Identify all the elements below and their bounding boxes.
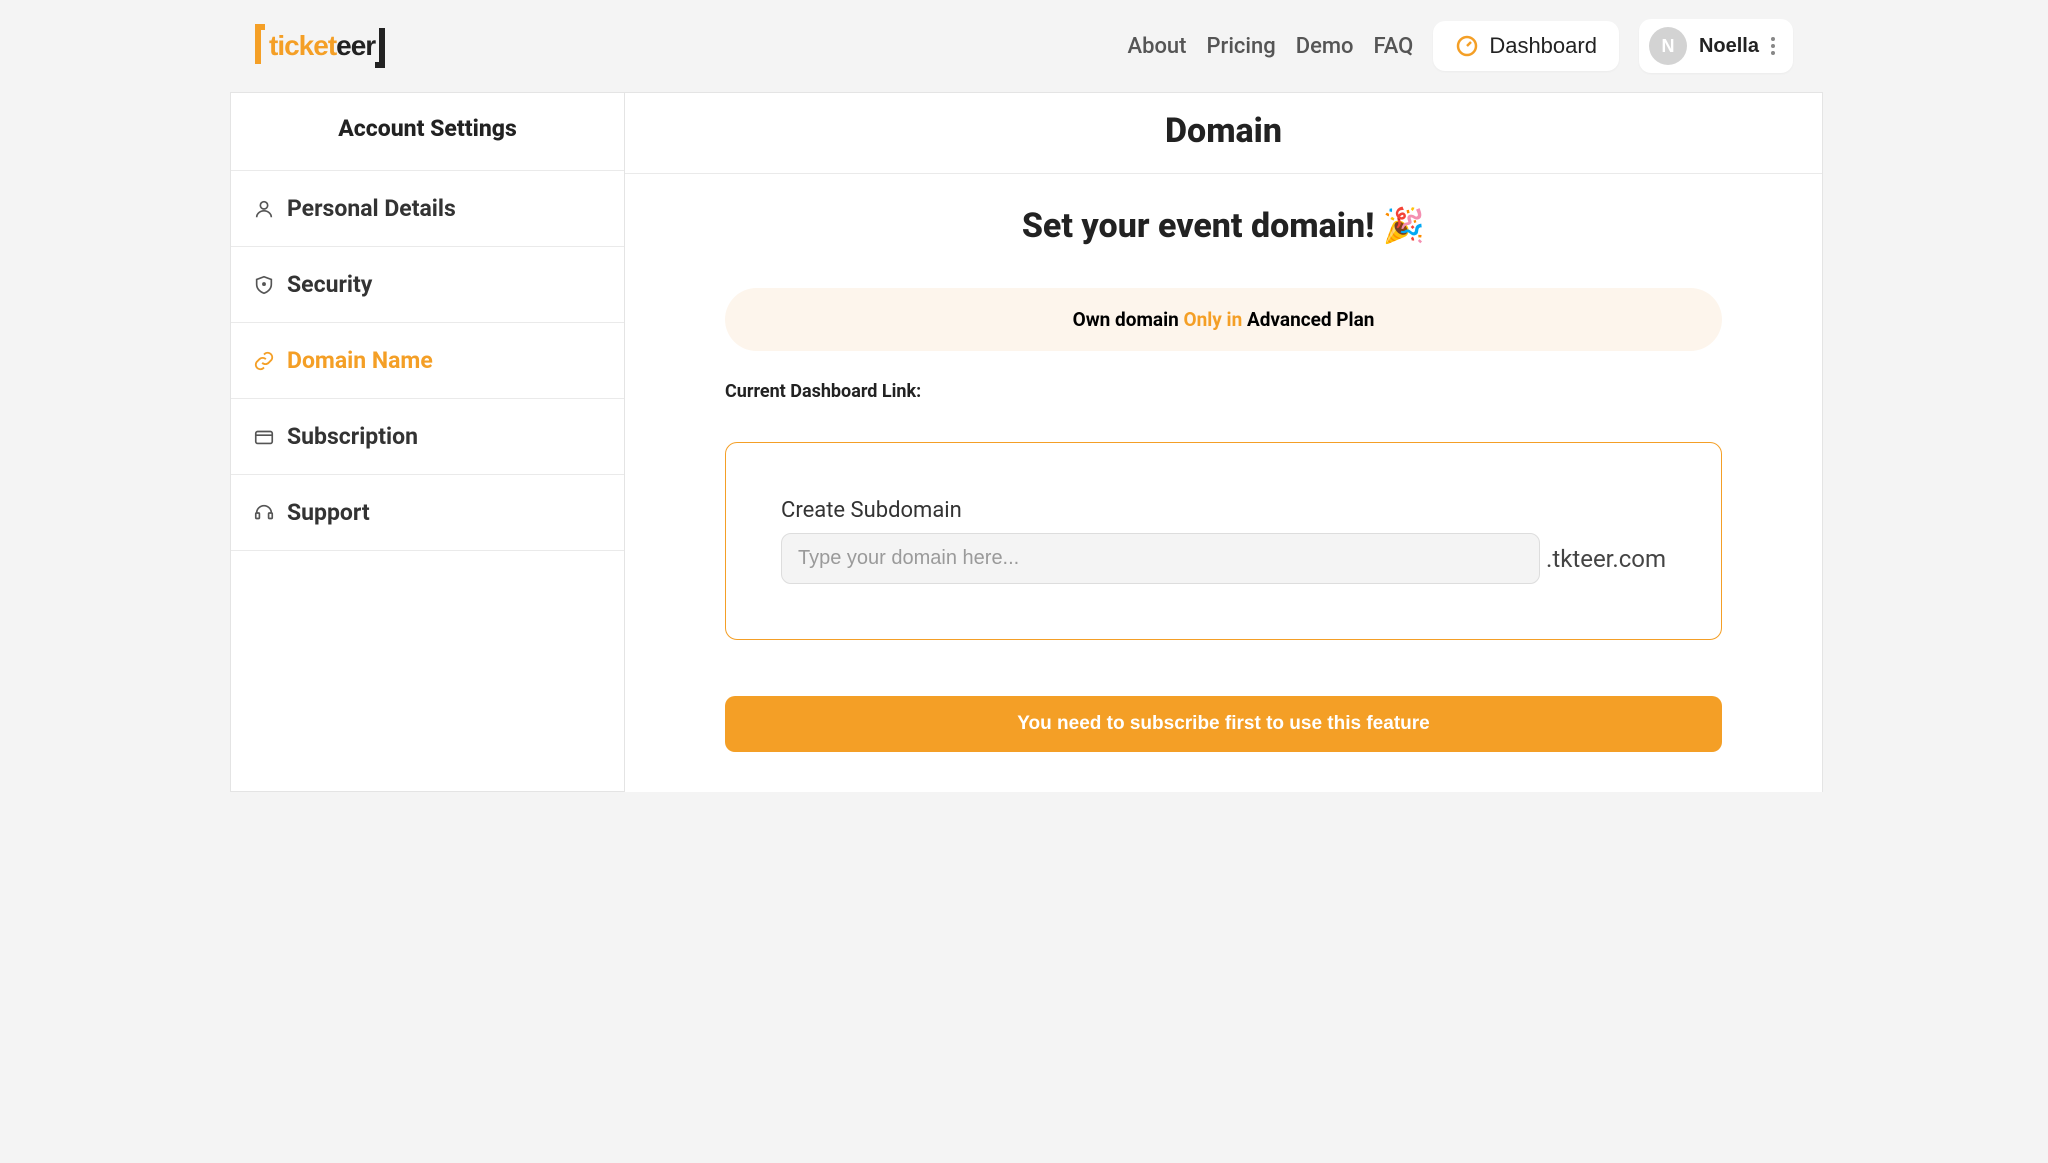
subscribe-cta-button[interactable]: You need to subscribe first to use this …: [725, 696, 1722, 752]
logo-part-tick: tick: [269, 30, 313, 61]
nav-link-faq[interactable]: FAQ: [1374, 34, 1414, 59]
shield-icon: [253, 274, 275, 296]
input-row: .tkteer.com: [781, 533, 1666, 584]
logo-wrap: ticketeer: [255, 24, 385, 68]
sidebar-item-label: Domain Name: [287, 347, 433, 374]
logo[interactable]: ticketeer: [255, 24, 385, 68]
user-name: Noella: [1699, 35, 1759, 58]
subtitle: Set your event domain! 🎉: [725, 206, 1722, 246]
top-nav: ticketeer About Pricing Demo FAQ Dashboa…: [0, 0, 2048, 92]
sidebar-item-label: Subscription: [287, 423, 418, 450]
logo-text: ticketeer: [255, 24, 385, 68]
sidebar-item-security[interactable]: Security: [231, 247, 624, 323]
sidebar-item-subscription[interactable]: Subscription: [231, 399, 624, 475]
sidebar-item-label: Security: [287, 271, 372, 298]
sidebar-item-label: Personal Details: [287, 195, 456, 222]
main-container: Account Settings Personal Details Securi…: [0, 92, 2048, 792]
card-icon: [253, 426, 275, 448]
logo-bracket-left-icon: [255, 24, 265, 64]
page-title: Domain: [625, 93, 1822, 174]
nav-link-pricing[interactable]: Pricing: [1207, 34, 1276, 59]
sidebar: Account Settings Personal Details Securi…: [230, 92, 625, 792]
nav-link-about[interactable]: About: [1128, 34, 1187, 59]
user-icon: [253, 198, 275, 220]
headset-icon: [253, 502, 275, 524]
field-label: Create Subdomain: [781, 498, 1666, 523]
current-link-label: Current Dashboard Link:: [725, 381, 1722, 402]
sidebar-item-support[interactable]: Support: [231, 475, 624, 551]
notice-suffix: Advanced Plan: [1247, 308, 1374, 331]
sidebar-item-domain[interactable]: Domain Name: [231, 323, 624, 399]
logo-part-et: et: [313, 30, 336, 61]
content-area: Domain Set your event domain! 🎉 Own doma…: [625, 92, 1823, 792]
content-inner: Set your event domain! 🎉 Own domain Only…: [625, 174, 1822, 792]
subdomain-input[interactable]: [781, 533, 1540, 584]
notice-bar: Own domain Only in Advanced Plan: [725, 288, 1722, 351]
sidebar-item-label: Support: [287, 499, 370, 526]
avatar: N: [1649, 27, 1687, 65]
logo-bracket-right-icon: [375, 28, 385, 68]
link-icon: [253, 350, 275, 372]
notice-highlight: Only in: [1183, 308, 1242, 331]
domain-suffix: .tkteer.com: [1544, 545, 1666, 573]
gauge-icon: [1455, 34, 1479, 58]
sidebar-item-personal[interactable]: Personal Details: [231, 171, 624, 247]
logo-part-eer: eer: [336, 30, 375, 61]
dashboard-label: Dashboard: [1489, 33, 1597, 59]
more-vertical-icon: [1771, 37, 1775, 55]
nav-link-demo[interactable]: Demo: [1296, 34, 1354, 59]
user-menu-button[interactable]: N Noella: [1639, 19, 1793, 73]
nav-links: About Pricing Demo FAQ: [1128, 34, 1414, 59]
nav-right: About Pricing Demo FAQ Dashboard N Noell…: [1128, 19, 1794, 73]
sidebar-title: Account Settings: [231, 93, 624, 171]
notice-prefix: Own domain: [1073, 308, 1184, 331]
domain-box: Create Subdomain .tkteer.com: [725, 442, 1722, 640]
dashboard-button[interactable]: Dashboard: [1433, 21, 1619, 71]
